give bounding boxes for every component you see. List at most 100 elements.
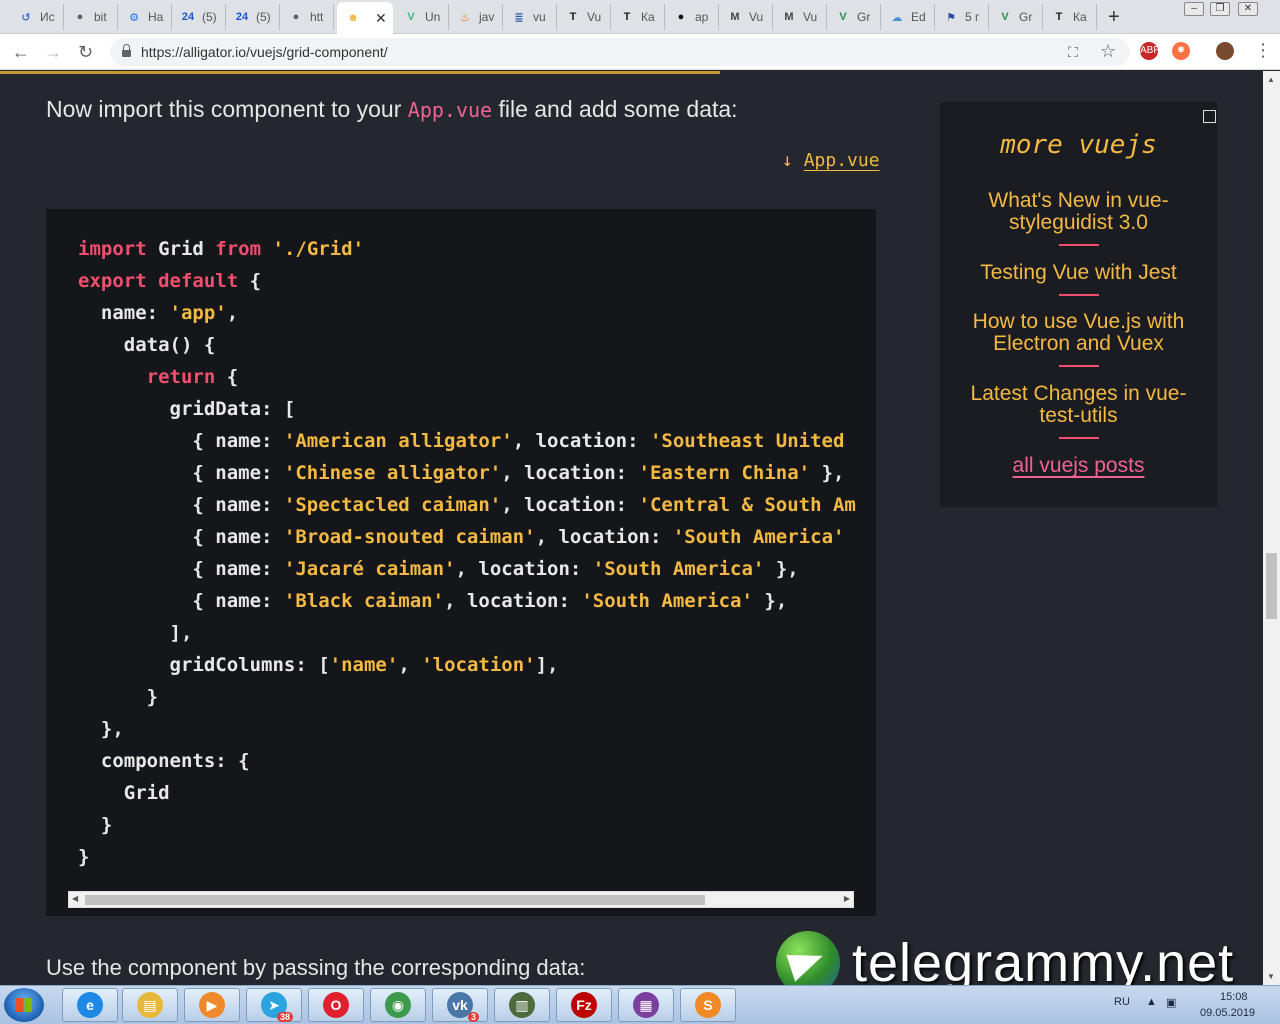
page-vertical-scrollbar[interactable]: ▲ ▼ [1263,71,1280,985]
reload-icon[interactable]: ↻ [78,42,93,63]
browser-tab[interactable]: M Vu [719,4,773,30]
code-string: 'South America' [672,526,845,548]
menu-icon[interactable]: ⋮ [1254,40,1272,61]
browser-tab[interactable]: M Vu [773,4,827,30]
clock-date[interactable]: 09.05.2019 [1200,1007,1255,1019]
stackoverflow-icon: ≣ [514,11,524,24]
code-line: } [78,841,856,873]
all-vuejs-posts-link[interactable]: all vuejs posts [940,454,1217,478]
browser-tab[interactable]: ⚑ 5 г [935,4,989,30]
file-name-link[interactable]: ↓ App.vue [782,150,880,171]
browser-tab[interactable]: ☻ ✕ [337,2,393,34]
browser-tab[interactable]: 24 (5) [226,4,280,30]
tab-label: Ed [911,10,926,24]
scroll-right-icon[interactable]: ▶ [844,894,850,903]
taskbar-filezilla-button[interactable]: Fz [556,988,612,1022]
vue-icon: V [839,11,847,23]
code-keyword: import [78,238,147,260]
code-line: { name: 'American alligator', location: … [78,425,856,457]
browser-tab[interactable]: T Vu [557,4,611,30]
tab-label: bit [94,10,107,24]
code-line: gridColumns: ['name', 'location'], [78,649,856,681]
tray-arrow-icon[interactable]: ▲ [1146,996,1157,1008]
outro-paragraph: Use the component by passing the corresp… [46,955,586,980]
browser-tab[interactable]: ↺ Ис [10,4,64,30]
fire-extension-icon[interactable]: ✸ [1172,42,1190,60]
code-string: 'Eastern China' [638,462,811,484]
browser-tab[interactable]: ≣ vu [503,4,557,30]
bookmark-star-icon[interactable]: ☆ [1100,41,1116,62]
new-tab-icon[interactable]: + [1108,6,1120,29]
browser-tab[interactable]: V Gr [989,4,1043,30]
sidebar-link[interactable]: What's New in vue-styleguidist 3.0 [960,190,1197,234]
tab-label: Ис [40,10,55,24]
taskbar-sublime-button[interactable]: S [680,988,736,1022]
taskbar-opera-button[interactable]: O [308,988,364,1022]
sidebar-divider [1059,365,1099,367]
collapse-box-icon[interactable] [1203,110,1216,123]
file-name[interactable]: App.vue [804,150,880,171]
sidebar-divider [1059,294,1099,296]
code-token: { name: [78,590,284,612]
scroll-left-icon[interactable]: ◀ [72,894,78,903]
browser-tab[interactable]: V Gr [827,4,881,30]
code-string: 'Jacaré caiman' [283,558,456,580]
code-string: 'Chinese alligator' [283,462,502,484]
tab-label: Vu [587,10,602,24]
code-string: 'Black caiman' [283,590,445,612]
taskbar-winrar-button[interactable]: ▦ [618,988,674,1022]
code-token: Grid [146,238,216,260]
browser-tab[interactable]: 24 (5) [172,4,226,30]
browser-tab[interactable]: T Ка [1043,4,1097,30]
browser-tab[interactable]: ● ap [665,4,719,30]
network-icon[interactable]: ▣ [1166,996,1176,1009]
profile-avatar[interactable] [1216,42,1234,60]
taskbar-chrome-button[interactable]: ◉ [370,988,426,1022]
taskbar-monitor-button[interactable]: ▥ [494,988,550,1022]
tab-label: htt [310,10,324,24]
scrollbar-thumb[interactable] [85,895,705,905]
sidebar-divider [1059,244,1099,246]
scroll-up-icon[interactable]: ▲ [1267,75,1275,84]
code-token: } [78,814,113,836]
telegram-icon: ➤ 38 [261,992,293,1022]
url-field[interactable]: https://alligator.io/vuejs/grid-componen… [110,38,1130,66]
sidebar-link[interactable]: Latest Changes in vue-test-utils [960,383,1197,427]
browser-tab[interactable]: ☁ Ed [881,4,935,30]
sidebar-title: more vuejs [1000,130,1157,160]
close-tab-icon[interactable]: ✕ [375,10,387,27]
minimize-icon[interactable]: – [1184,2,1204,16]
scrollbar-thumb[interactable] [1266,553,1277,619]
scroll-down-icon[interactable]: ▼ [1267,972,1275,981]
code-string: 'Spectacled caiman' [283,494,502,516]
adblock-extension-icon[interactable]: ABP [1140,42,1160,60]
ie-icon: e [77,992,103,1018]
browser-tab[interactable]: ♨ jav [449,4,503,30]
browser-tab[interactable]: ⚙ На [118,4,172,30]
code-horizontal-scrollbar[interactable]: ◀ ▶ [68,891,854,908]
maximize-icon[interactable]: ❐ [1210,2,1230,16]
browser-tab[interactable]: T Ка [611,4,665,30]
chrome-icon: ◉ [385,992,411,1018]
clock-time[interactable]: 15:08 [1220,991,1248,1003]
close-window-icon[interactable]: ✕ [1238,2,1258,16]
taskbar-telegram-button[interactable]: ➤ 38 [246,988,302,1022]
taskbar-media-button[interactable]: ▶ [184,988,240,1022]
taskbar-explorer-button[interactable]: ▤ [122,988,178,1022]
sidebar-link[interactable]: How to use Vue.js with Electron and Vuex [960,311,1197,355]
back-icon[interactable]: ← [12,42,30,63]
taskbar-ie-button[interactable]: e [62,988,118,1022]
address-bar: ← → ↻ https://alligator.io/vuejs/grid-co… [0,34,1280,70]
sidebar-link[interactable]: Testing Vue with Jest [960,262,1197,284]
browser-tab[interactable]: ● bit [64,4,118,30]
start-button[interactable] [4,988,44,1022]
code-line: components: { [78,745,856,777]
translate-icon[interactable]: ⛶ [1068,44,1078,61]
taskbar-vk-button[interactable]: vk 3 [432,988,488,1022]
language-indicator[interactable]: RU [1114,996,1130,1008]
forward-icon[interactable]: → [44,42,62,63]
code-token: ], [78,622,193,644]
browser-tab[interactable]: V Un [395,4,449,30]
browser-tab[interactable]: ● htt [280,4,334,30]
